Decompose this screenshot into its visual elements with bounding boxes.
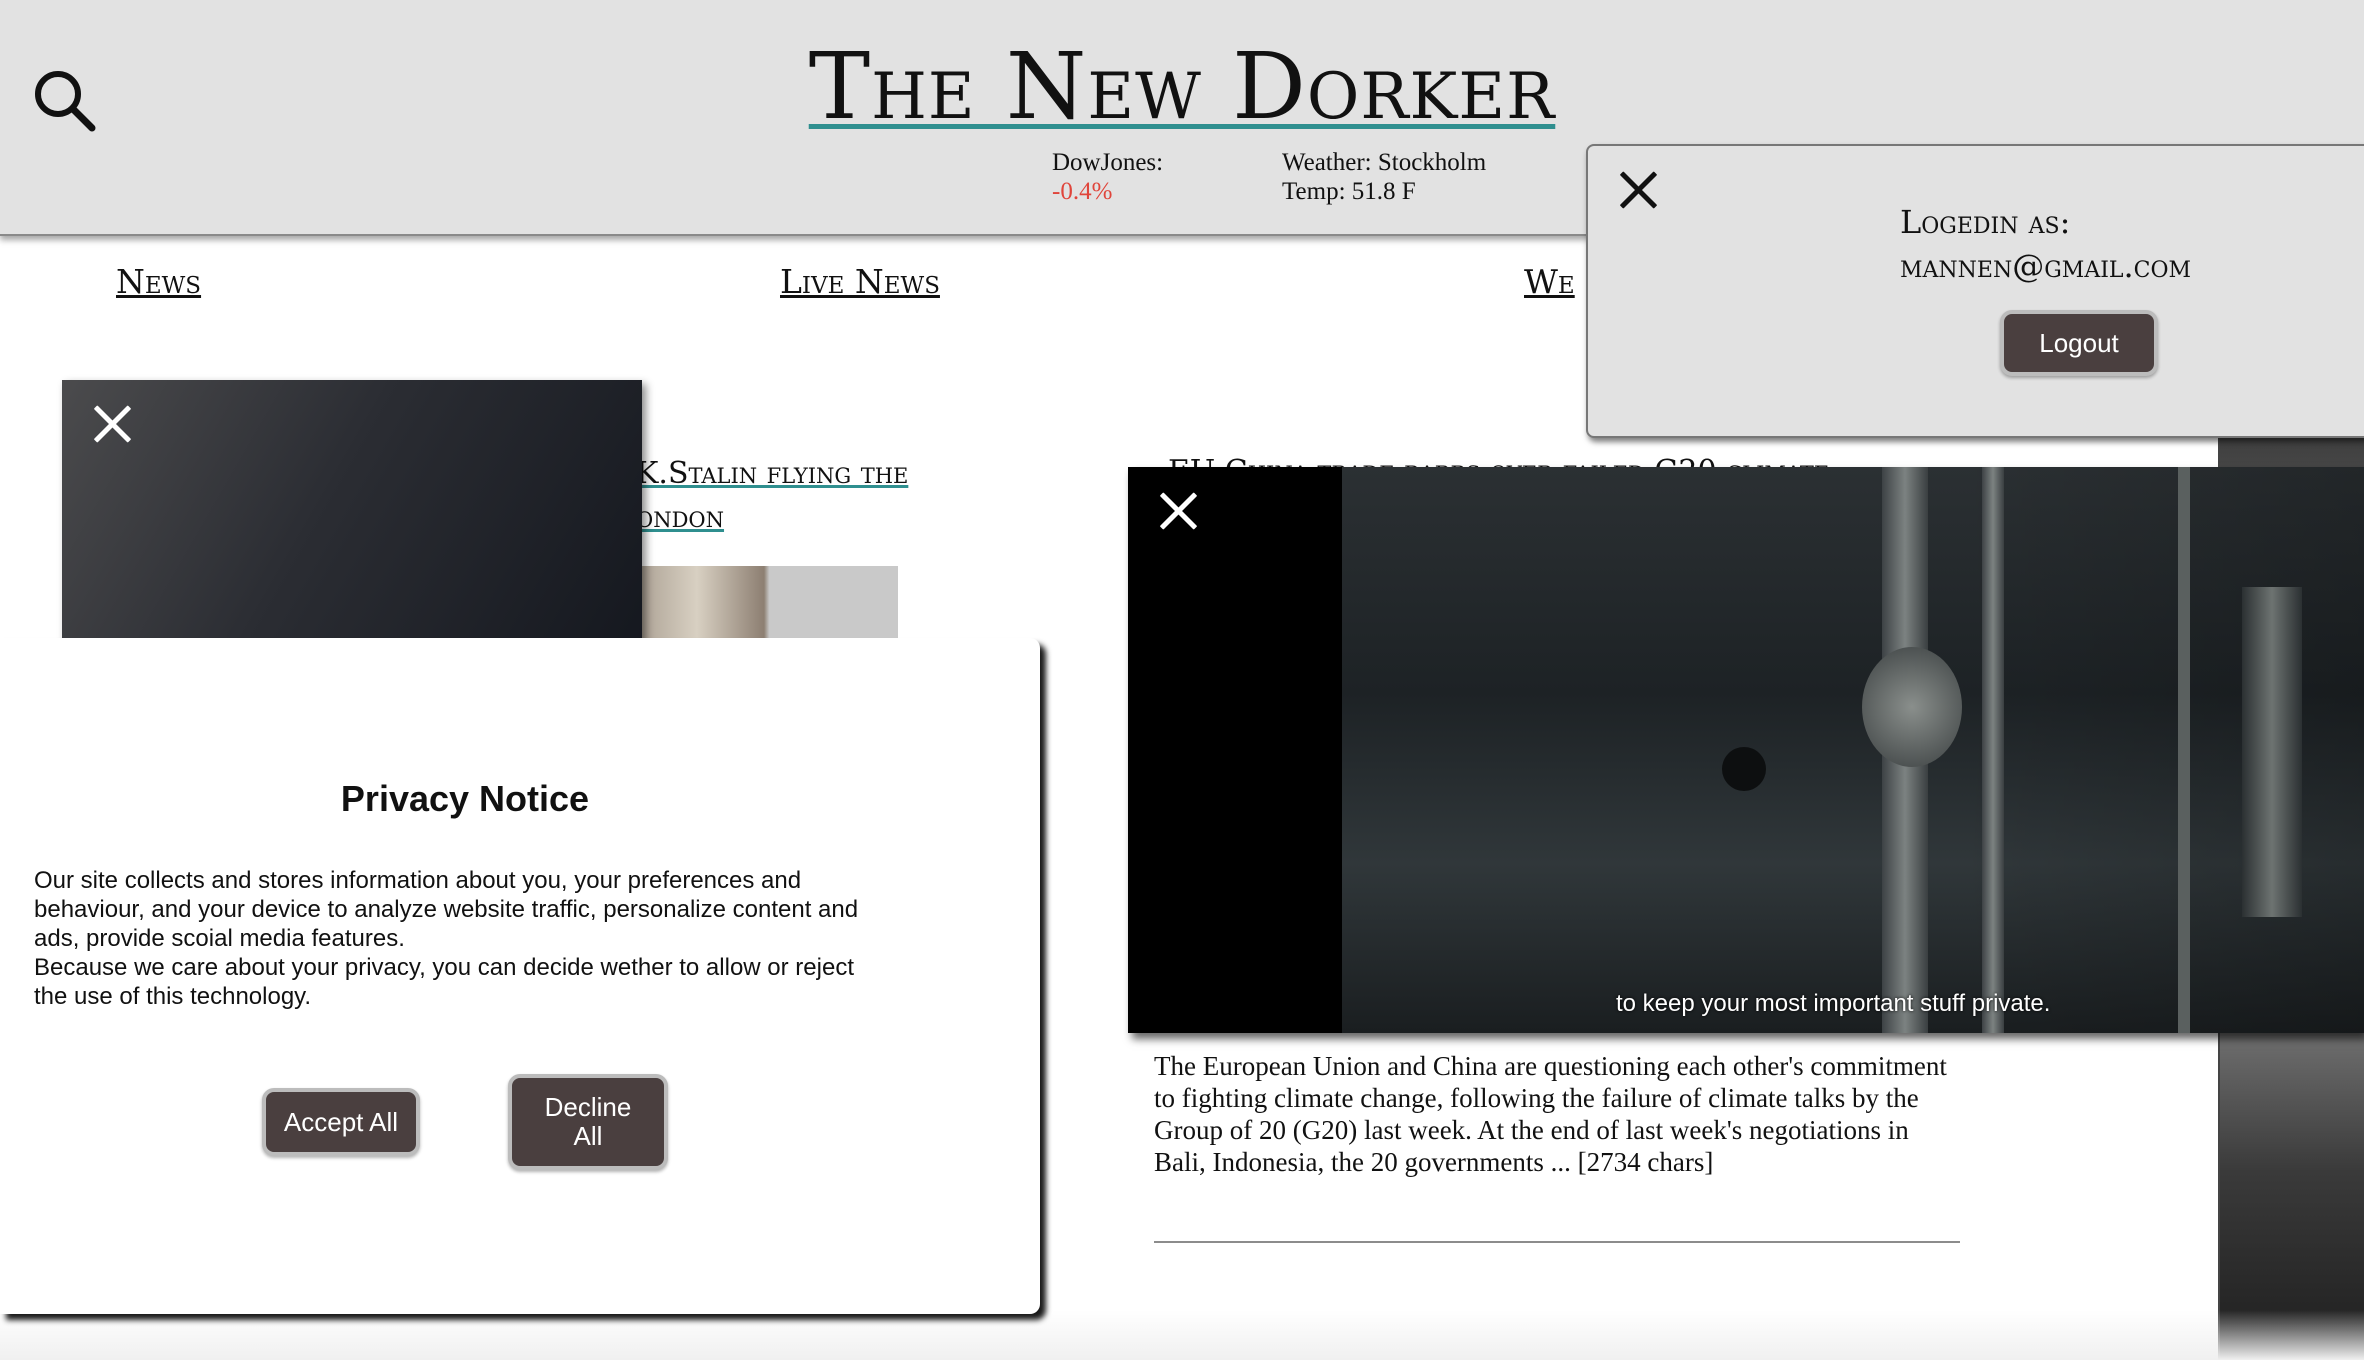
privacy-body: Our site collects and stores information… <box>34 866 914 1011</box>
decline-label-line2: All <box>573 1121 603 1151</box>
article-divider <box>1154 1241 1960 1243</box>
close-icon[interactable] <box>1158 491 1198 531</box>
close-icon[interactable] <box>92 404 132 444</box>
privacy-body-line: Because we care about your privacy, you … <box>34 954 854 981</box>
privacy-notice-dialog: Privacy Notice Our site collects and sto… <box>0 638 1040 1314</box>
accept-all-button[interactable]: Accept All <box>262 1088 420 1156</box>
login-status: Logedin as: mannen@gmail.com <box>1900 200 2191 288</box>
weather-temp: Temp: 51.8 F <box>1282 178 1416 205</box>
privacy-title: Privacy Notice <box>340 778 590 819</box>
close-icon[interactable] <box>1618 170 1658 210</box>
weather-location: Weather: Stockholm <box>1282 149 1487 176</box>
privacy-body-line: behaviour, and your device to analyze we… <box>34 896 859 923</box>
privacy-body-line: ads, provide scoial media features. <box>34 925 405 952</box>
article-thumbnail-left[interactable] <box>630 566 898 640</box>
dowjones-value: -0.4% <box>1052 178 1113 205</box>
article-headline-left[interactable]: K.Stalin flying the ondon <box>636 452 908 540</box>
privacy-body-line: the use of this technology. <box>34 983 312 1010</box>
article-teaser: The European Union and China are questio… <box>1154 1051 1947 1177</box>
weather-widget: Weather: Stockholm Temp: 51.8 F <box>1282 148 1486 206</box>
video-caption: to keep your most important stuff privat… <box>1616 990 2051 1017</box>
video-frame <box>1342 467 2364 1033</box>
article-headline-left-line1: K.Stalin flying the <box>636 456 909 491</box>
logout-button[interactable]: Logout <box>2000 310 2158 376</box>
decline-label-line1: Decline <box>544 1092 632 1122</box>
nav-item-live-news[interactable]: Live News <box>780 262 940 301</box>
dowjones-label: DowJones: <box>1052 149 1164 176</box>
login-popup: Logedin as: mannen@gmail.com Logout <box>1586 144 2364 438</box>
site-title: The New Dorker <box>0 32 2364 142</box>
nav-item-weather[interactable]: We <box>1524 262 1575 301</box>
dowjones-ticker: DowJones: -0.4% <box>1052 148 1163 206</box>
nav-item-news[interactable]: News <box>116 262 201 301</box>
login-status-label: Logedin as: <box>1900 203 2071 241</box>
article-headline-left-line2: ondon <box>636 500 725 535</box>
login-email: mannen@gmail.com <box>1900 247 2192 285</box>
decline-all-button[interactable]: Decline All <box>508 1074 668 1170</box>
mini-video-popup[interactable] <box>62 380 642 646</box>
site-title-link[interactable]: The New Dorker <box>809 33 1556 140</box>
video-player-popup[interactable] <box>1128 467 2364 1033</box>
page-bottom <box>0 1310 2364 1360</box>
privacy-body-line: Our site collects and stores information… <box>34 867 802 894</box>
